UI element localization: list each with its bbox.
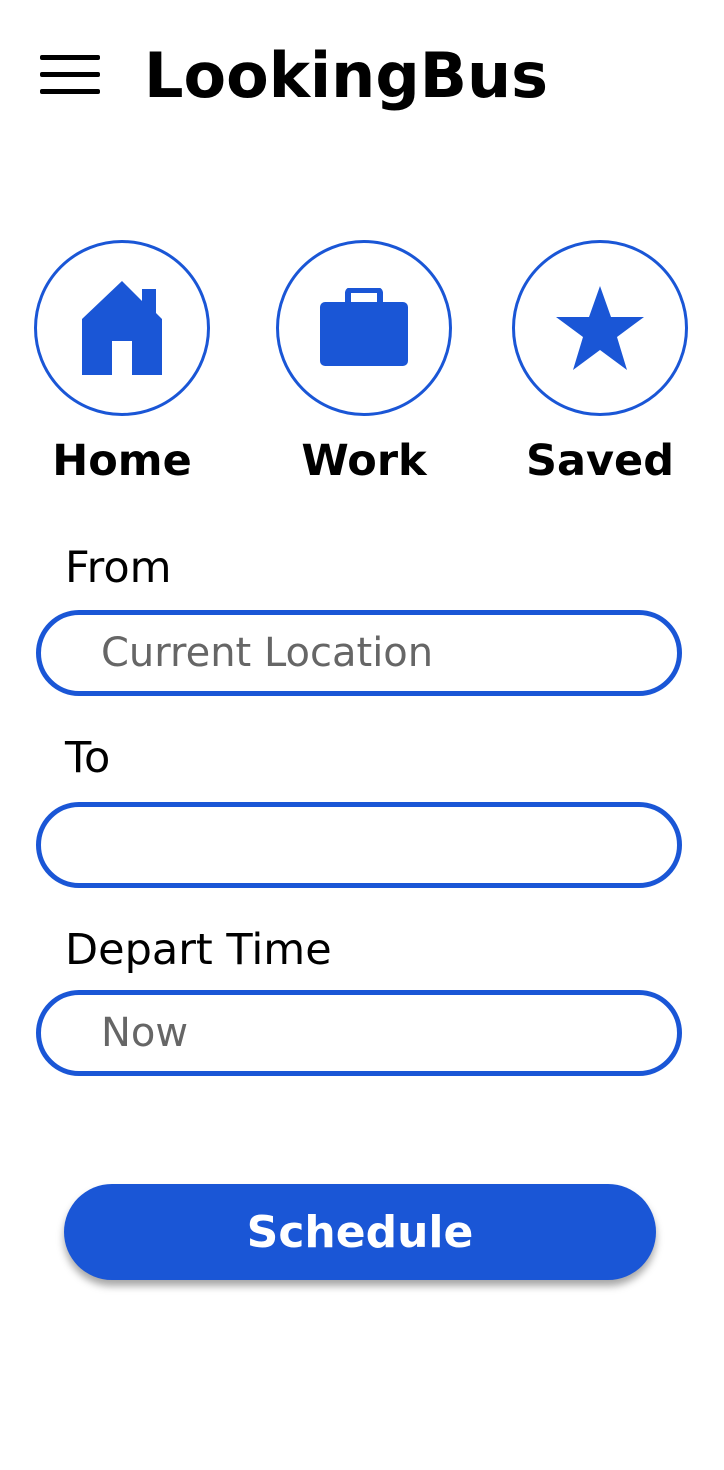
app-screen: LookingBus Home Work Saved From Current … xyxy=(0,0,724,1470)
depart-time-input[interactable] xyxy=(36,990,682,1076)
quick-destination-label: Saved xyxy=(526,436,674,486)
star-icon xyxy=(556,286,644,370)
home-button[interactable] xyxy=(34,240,210,416)
menu-bar-middle xyxy=(40,72,100,77)
to-input[interactable] xyxy=(36,802,682,888)
menu-bar-top xyxy=(40,55,100,60)
quick-destination-home[interactable]: Home xyxy=(34,240,210,486)
quick-destination-work[interactable]: Work xyxy=(276,240,452,486)
app-title: LookingBus xyxy=(144,39,548,112)
home-icon xyxy=(82,281,162,375)
work-button[interactable] xyxy=(276,240,452,416)
depart-time-label: Depart Time xyxy=(65,925,332,975)
menu-bar-bottom xyxy=(40,89,100,94)
saved-button[interactable] xyxy=(512,240,688,416)
from-label: From xyxy=(65,543,172,593)
briefcase-icon xyxy=(320,288,408,366)
to-label: To xyxy=(65,733,111,783)
quick-destination-label: Home xyxy=(52,436,192,486)
from-input[interactable] xyxy=(36,610,682,696)
quick-destination-saved[interactable]: Saved xyxy=(512,240,688,486)
hamburger-menu-icon[interactable] xyxy=(40,55,100,95)
schedule-button[interactable]: Schedule xyxy=(64,1184,656,1280)
quick-destination-label: Work xyxy=(301,436,427,486)
